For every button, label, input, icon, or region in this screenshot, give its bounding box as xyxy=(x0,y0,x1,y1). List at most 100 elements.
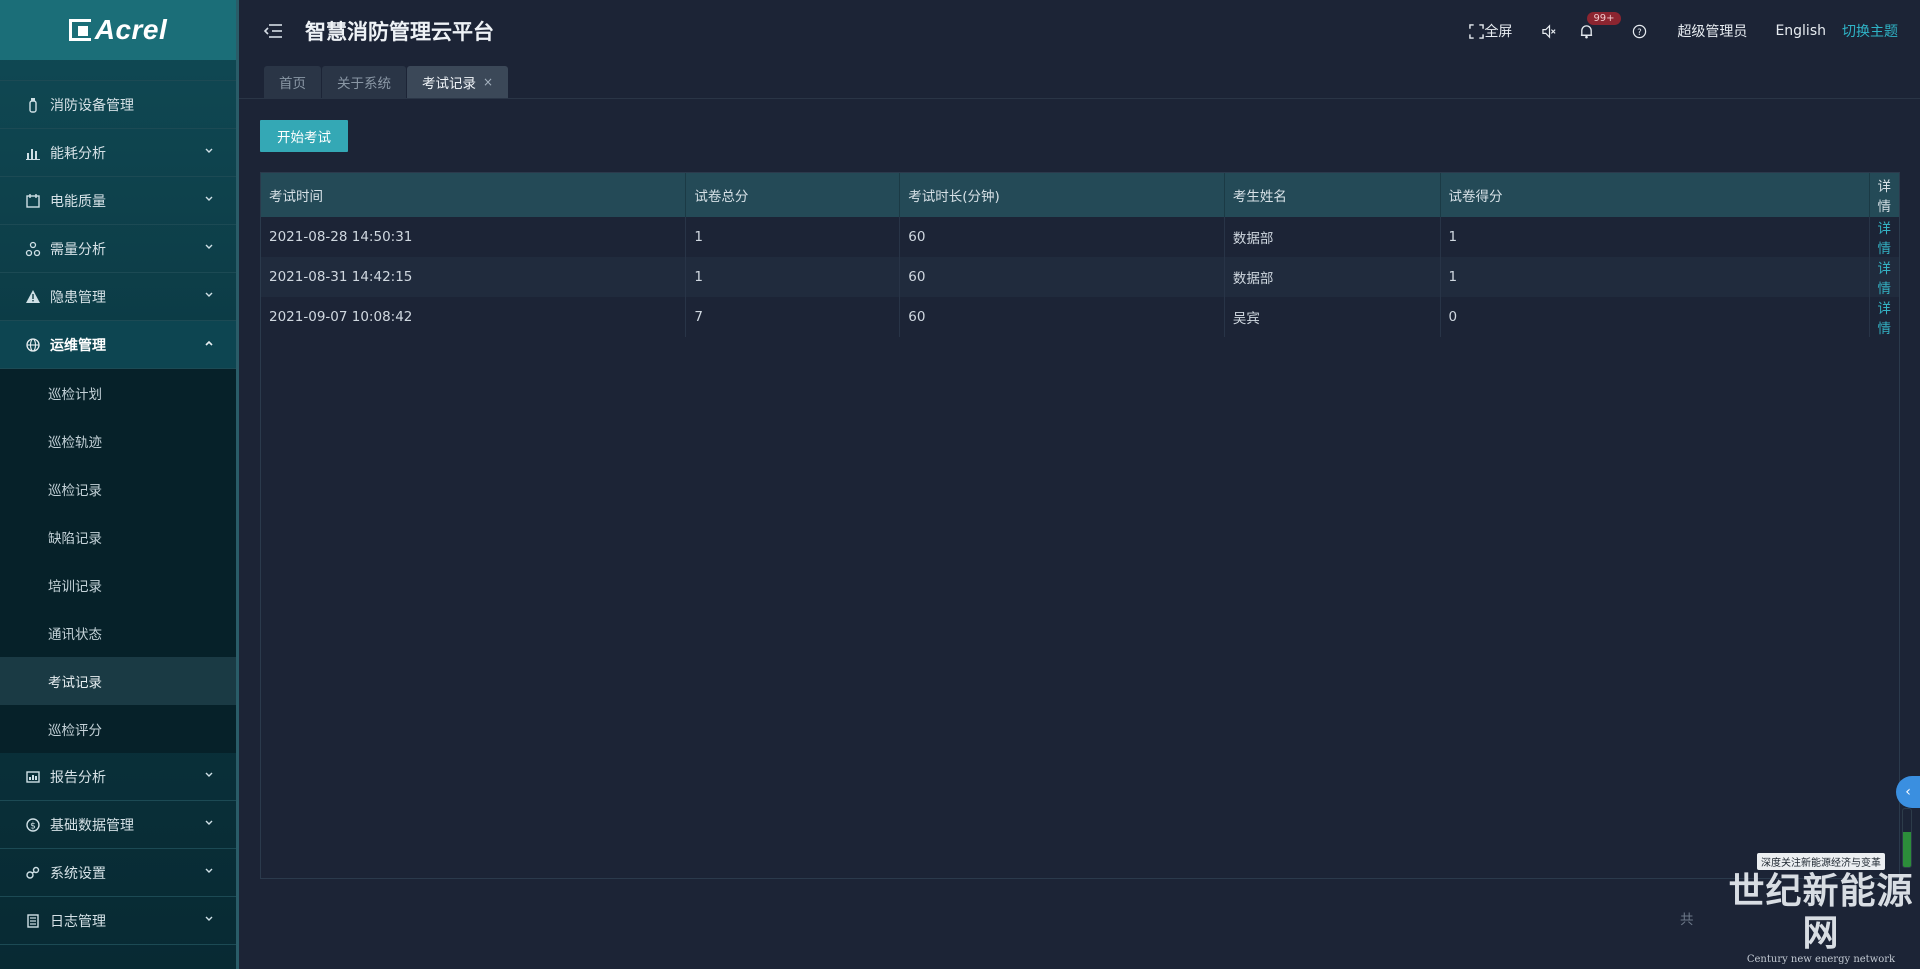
chevron-down-icon xyxy=(205,196,213,201)
database-icon: $ xyxy=(24,816,42,834)
cell-exam-time: 2021-08-31 14:42:15 xyxy=(261,257,687,297)
submenu-item-inspection-records[interactable]: 巡检记录 xyxy=(0,465,236,513)
help-button[interactable]: ? xyxy=(1632,24,1647,39)
brand-name: Acrel xyxy=(94,14,168,45)
side-panel-toggle[interactable]: ‹ xyxy=(1896,776,1920,808)
tab-home[interactable]: 首页 xyxy=(264,66,321,98)
fullscreen-label: 全屏 xyxy=(1484,24,1513,40)
sidebar-item-label: 需量分析 xyxy=(50,241,106,258)
chevron-down-icon xyxy=(205,772,213,777)
mute-button[interactable] xyxy=(1542,23,1557,39)
submenu-item-inspection-track[interactable]: 巡检轨迹 xyxy=(0,417,236,465)
sidebar-item-log-management[interactable]: 日志管理 xyxy=(0,897,236,945)
sidebar-item-label: 报告分析 xyxy=(50,769,106,786)
cell-score: 1 xyxy=(1440,217,1870,257)
brand-logo[interactable]: Acrel xyxy=(0,0,236,60)
top-header: 智慧消防管理云平台 全屏 99+ ? 超级管理员 English 切换主题 xyxy=(239,0,1920,62)
warning-icon xyxy=(24,288,42,306)
tab-exam-records[interactable]: 考试记录 × xyxy=(407,66,509,98)
table-row: 2021-09-07 10:08:42 7 60 吴宾 0 详情 xyxy=(261,297,1899,337)
sidebar-item-demand-analysis[interactable]: 需量分析 xyxy=(0,225,236,273)
sidebar-item-label: 基础数据管理 xyxy=(50,817,134,834)
chevron-down-icon xyxy=(205,916,213,921)
column-header-exam-time: 考试时间 xyxy=(261,173,687,217)
submenu-item-training-records[interactable]: 培训记录 xyxy=(0,561,236,609)
user-menu[interactable]: 超级管理员 xyxy=(1677,21,1747,41)
language-switch[interactable]: English xyxy=(1775,23,1826,39)
report-icon xyxy=(24,768,42,786)
close-icon[interactable]: × xyxy=(483,75,493,89)
sidebar-item-partial[interactable] xyxy=(0,60,236,81)
sidebar-item-base-data[interactable]: $ 基础数据管理 xyxy=(0,801,236,849)
details-link[interactable]: 详情 xyxy=(1869,217,1899,257)
table-row: 2021-08-28 14:50:31 1 60 数据部 1 详情 xyxy=(261,217,1899,257)
cell-examinee: 吴宾 xyxy=(1224,297,1441,337)
svg-text:$: $ xyxy=(30,821,36,831)
sidebar-item-power-quality[interactable]: 电能质量 xyxy=(0,177,236,225)
start-exam-button[interactable]: 开始考试 xyxy=(260,120,348,152)
cell-total-score: 1 xyxy=(685,257,901,297)
page-tabs: 首页 关于系统 考试记录 × xyxy=(264,66,509,98)
submenu-item-inspection-score[interactable]: 巡检评分 xyxy=(0,705,236,753)
column-header-examinee: 考生姓名 xyxy=(1224,173,1441,217)
details-link[interactable]: 详情 xyxy=(1869,257,1899,297)
cell-exam-time: 2021-08-28 14:50:31 xyxy=(261,217,687,257)
sidebar-item-label: 系统设置 xyxy=(50,865,106,882)
cell-examinee: 数据部 xyxy=(1224,257,1441,297)
bell-icon xyxy=(1581,24,1593,38)
nodes-icon xyxy=(24,240,42,258)
column-header-details: 详情 xyxy=(1877,179,1892,215)
tab-label: 关于系统 xyxy=(337,76,391,92)
chevron-down-icon xyxy=(205,820,213,825)
sidebar: Acrel 消防设备管理 能耗分析 电能质量 需量分析 隐患管理 运维管理 巡检… xyxy=(0,0,239,969)
help-icon: ? xyxy=(1633,24,1647,38)
sidebar-item-hazard-management[interactable]: 隐患管理 xyxy=(0,273,236,321)
sidebar-item-operations[interactable]: 运维管理 xyxy=(0,321,236,369)
sidebar-item-label: 日志管理 xyxy=(50,913,106,930)
chevron-left-icon: ‹ xyxy=(1905,784,1911,800)
submenu-item-comm-status[interactable]: 通讯状态 xyxy=(0,609,236,657)
exam-records-table: 考试时间 试卷总分 考试时长(分钟) 考生姓名 试卷得分 详情 2021-08-… xyxy=(260,172,1900,879)
sidebar-item-energy-analysis[interactable]: 能耗分析 xyxy=(0,129,236,177)
watermark: 深度关注新能源经济与变革 世纪新能源网 Century new energy n… xyxy=(1728,853,1914,965)
watermark-name: 世纪新能源网 xyxy=(1728,870,1914,954)
pagination-total: 共 xyxy=(1680,912,1694,928)
cell-total-score: 1 xyxy=(685,217,901,257)
sidebar-item-system-settings[interactable]: 系统设置 xyxy=(0,849,236,897)
tab-about-system[interactable]: 关于系统 xyxy=(322,66,406,98)
notification-badge: 99+ xyxy=(1587,11,1621,25)
menu-collapse-icon[interactable] xyxy=(263,23,283,39)
cell-examinee: 数据部 xyxy=(1224,217,1441,257)
notifications-button[interactable]: 99+ xyxy=(1579,11,1621,39)
calendar-icon xyxy=(24,192,42,210)
submenu-item-exam-records[interactable]: 考试记录 xyxy=(0,657,236,705)
chevron-down-icon xyxy=(205,148,213,153)
tabs-divider xyxy=(239,98,1920,99)
page-title: 智慧消防管理云平台 xyxy=(305,20,494,44)
column-header-duration: 考试时长(分钟) xyxy=(899,173,1225,217)
svg-text:?: ? xyxy=(1638,26,1642,36)
fullscreen-button[interactable]: 全屏 xyxy=(1469,21,1512,41)
details-link[interactable]: 详情 xyxy=(1869,297,1899,337)
watermark-sub: Century new energy network xyxy=(1746,954,1896,965)
cell-duration: 60 xyxy=(899,217,1225,257)
fullscreen-icon xyxy=(1469,23,1485,39)
volume-mute-icon xyxy=(1542,23,1556,39)
theme-switch-link[interactable]: 切换主题 xyxy=(1842,21,1898,41)
cell-exam-time: 2021-09-07 10:08:42 xyxy=(261,297,687,337)
table-row: 2021-08-31 14:42:15 1 60 数据部 1 详情 xyxy=(261,257,1899,297)
acrel-logo-icon xyxy=(68,19,91,41)
fire-extinguisher-icon xyxy=(24,96,42,114)
sidebar-item-report-analysis[interactable]: 报告分析 xyxy=(0,753,236,801)
column-header-score: 试卷得分 xyxy=(1440,173,1870,217)
table-header-row: 考试时间 试卷总分 考试时长(分钟) 考生姓名 试卷得分 详情 xyxy=(261,173,1899,217)
cell-duration: 60 xyxy=(899,257,1225,297)
sidebar-item-label: 电能质量 xyxy=(50,193,106,210)
sidebar-item-fire-equipment[interactable]: 消防设备管理 xyxy=(0,81,236,129)
log-icon xyxy=(24,912,42,930)
operations-submenu: 巡检计划 巡检轨迹 巡检记录 缺陷记录 培训记录 通讯状态 考试记录 巡检评分 xyxy=(0,369,236,753)
submenu-item-inspection-plan[interactable]: 巡检计划 xyxy=(0,369,236,417)
cell-score: 0 xyxy=(1440,297,1870,337)
tab-label: 首页 xyxy=(279,76,306,92)
submenu-item-defect-records[interactable]: 缺陷记录 xyxy=(0,513,236,561)
